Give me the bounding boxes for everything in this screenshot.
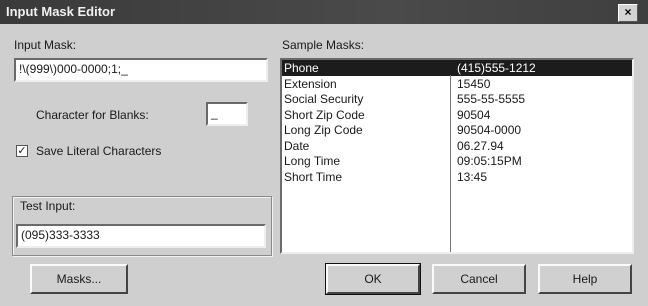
sample-masks-label: Sample Masks: — [282, 38, 365, 52]
masks-button[interactable]: Masks... — [30, 264, 128, 294]
list-item[interactable]: Social Security 555-55-5555 — [282, 91, 632, 107]
save-literal-checkbox[interactable]: ✓ — [16, 145, 28, 157]
mask-sample: 555-55-5555 — [457, 92, 526, 106]
mask-sample: 90504-0000 — [457, 123, 522, 137]
list-item[interactable]: Long Zip Code 90504-0000 — [282, 122, 632, 138]
title-bar: Input Mask Editor × — [0, 0, 648, 24]
mask-sample: 06.27.94 — [457, 138, 504, 153]
column-divider — [450, 75, 451, 252]
blanks-label: Character for Blanks: — [36, 108, 149, 122]
list-item[interactable]: Date 06.27.94 — [282, 138, 632, 154]
cancel-button[interactable]: Cancel — [432, 264, 526, 294]
close-button[interactable]: × — [618, 4, 638, 22]
mask-name: Social Security — [284, 92, 364, 106]
input-mask-label: Input Mask: — [14, 38, 77, 52]
help-button[interactable]: Help — [538, 264, 632, 294]
test-input-label: Test Input: — [18, 199, 78, 213]
mask-name: Date — [284, 138, 310, 153]
mask-sample: 09:05:15PM — [457, 154, 522, 168]
blanks-field[interactable]: _ — [206, 102, 248, 126]
mask-name: Phone — [284, 61, 319, 75]
input-mask-field[interactable]: !\(999\)000-0000;1;_ — [14, 58, 268, 82]
mask-sample: 13:45 — [457, 169, 488, 184]
window-title: Input Mask Editor — [6, 4, 116, 19]
ok-button[interactable]: OK — [325, 263, 421, 295]
mask-name: Extension — [284, 76, 337, 91]
list-item[interactable]: Long Time 09:05:15PM — [282, 153, 632, 169]
mask-name: Long Time — [284, 154, 341, 168]
mask-sample: 15450 — [457, 76, 491, 91]
list-item[interactable]: Short Time 13:45 — [282, 169, 632, 185]
mask-name: Short Time — [284, 169, 343, 184]
list-item[interactable]: Extension 15450 — [282, 76, 632, 92]
sample-masks-list[interactable]: Phone (415)555-1212 Extension 15450 Soci… — [280, 58, 634, 254]
mask-sample: 90504 — [457, 107, 491, 122]
mask-name: Short Zip Code — [284, 107, 365, 122]
mask-sample: (415)555-1212 — [457, 61, 536, 75]
list-item[interactable]: Short Zip Code 90504 — [282, 107, 632, 123]
list-item[interactable]: Phone (415)555-1212 — [282, 60, 632, 76]
mask-name: Long Zip Code — [284, 123, 363, 137]
test-input-field[interactable]: (095)333-3333 — [16, 224, 266, 248]
save-literal-label: Save Literal Characters — [36, 144, 162, 158]
